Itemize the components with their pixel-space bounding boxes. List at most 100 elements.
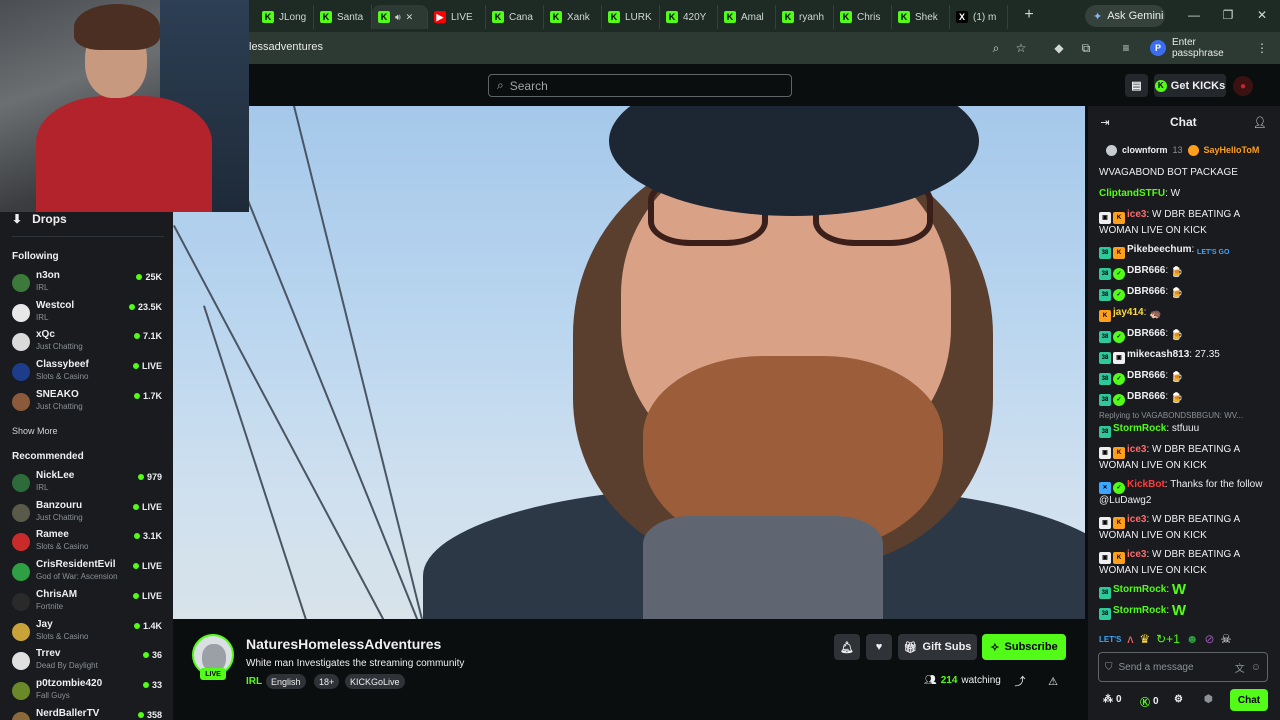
chat-input[interactable]: ⛉ Send a message 文 ☺ [1098, 652, 1268, 682]
tag-kickgolive[interactable]: KICKGoLive [345, 674, 405, 689]
extension-icon[interactable]: ◆ [1051, 40, 1067, 56]
chat-username[interactable]: ice3 [1127, 209, 1146, 220]
chat-mod-icon[interactable]: ⬢ [1204, 694, 1213, 705]
ask-gemini-button[interactable]: ✦ Ask Gemini [1085, 5, 1165, 27]
browser-tab[interactable]: K Chris [834, 5, 892, 29]
tab-close-icon[interactable]: ✕ [406, 12, 414, 23]
show-more-link[interactable]: Show More [12, 426, 58, 436]
chat-message-text: 27.35 [1194, 349, 1220, 360]
media-controls-icon[interactable]: ≡ [1118, 40, 1134, 56]
chat-username[interactable]: DBR666 [1127, 265, 1165, 276]
bookmark-star-icon[interactable]: ☆ [1013, 40, 1029, 56]
browser-tab[interactable]: K LURK [602, 5, 660, 29]
chat-username[interactable]: StormRock [1113, 584, 1166, 595]
chat-send-button[interactable]: Chat [1230, 689, 1268, 711]
chat-username[interactable]: KickBot [1127, 479, 1165, 490]
browser-tab[interactable]: K Amal [718, 5, 776, 29]
emote-purple[interactable]: ⊘ [1205, 632, 1215, 646]
sidebar-channel-xqc[interactable]: xQc Just Chatting 7.1K [12, 329, 162, 355]
share-icon[interactable]: ⤴ [1013, 674, 1027, 688]
close-window-button[interactable]: ✕ [1250, 6, 1274, 24]
tab-audio-icon[interactable]: 🔊︎ [395, 12, 401, 23]
minimize-button[interactable]: — [1182, 6, 1206, 24]
chat-username[interactable]: StormRock [1113, 423, 1166, 434]
webcam-subject-hair [74, 4, 160, 50]
sidebar-item-drops[interactable]: ⬇ Drops [12, 211, 162, 227]
browse-layout-button[interactable]: ▤ [1125, 74, 1148, 97]
chat-username[interactable]: jay414 [1113, 307, 1144, 318]
get-kicks-button[interactable]: K Get KICKs [1154, 74, 1226, 97]
chat-username[interactable]: ice3 [1127, 444, 1146, 455]
search-input[interactable]: ⌕ Search [488, 74, 792, 97]
channel-name: Ramee [36, 529, 69, 541]
restore-button[interactable]: ❐ [1216, 6, 1240, 24]
browser-tab[interactable]: K Shek [892, 5, 950, 29]
emote-plus-one[interactable]: ↻+1 [1156, 632, 1180, 646]
notifications-button[interactable]: 🔔︎ [834, 634, 860, 660]
user-avatar[interactable]: ● [1233, 76, 1253, 96]
url-field[interactable]: lessadventures [249, 41, 323, 53]
browser-tab[interactable]: K Xank [544, 5, 602, 29]
chat-points[interactable]: ⁂ 0 [1103, 694, 1122, 705]
profile-avatar: P [1150, 40, 1166, 56]
extensions-puzzle-icon[interactable]: ⧉ [1078, 40, 1094, 56]
sidebar-channel-chrisam[interactable]: ChrisAM Fortnite LIVE [12, 589, 162, 615]
sidebar-channel-nicklee[interactable]: NickLee IRL 979 [12, 470, 162, 496]
pinned-user-2[interactable]: SayHelloToM [1204, 145, 1260, 155]
chat-username[interactable]: DBR666 [1127, 370, 1165, 381]
chat-username[interactable]: Pikebeechum [1127, 244, 1191, 255]
chat-username[interactable]: StormRock [1113, 605, 1166, 616]
browser-tab[interactable]: K Cana [486, 5, 544, 29]
browser-tab[interactable]: K JLong [256, 5, 314, 29]
chat-username[interactable]: DBR666 [1127, 391, 1165, 402]
sidebar-channel-trrev[interactable]: Trrev Dead By Daylight 36 [12, 648, 162, 674]
chat-username[interactable]: ice3 [1127, 514, 1146, 525]
browser-tab[interactable]: Kryanh [776, 5, 834, 29]
report-icon[interactable]: ⚠ [1046, 674, 1060, 688]
new-tab-button[interactable]: + [1020, 6, 1038, 24]
tag-age[interactable]: 18+ [314, 674, 340, 689]
sidebar-channel-banzouru[interactable]: Banzouru Just Chatting LIVE [12, 500, 162, 526]
emote-crown[interactable]: ♛ [1139, 632, 1150, 646]
browser-tab[interactable]: K 🔊︎ ✕ [372, 5, 428, 29]
subscribe-button[interactable]: ✧ Subscribe [982, 634, 1066, 660]
browser-menu-icon[interactable]: ⋮ [1254, 40, 1270, 56]
chat-users-icon[interactable]: 👤︎ [1252, 114, 1268, 130]
gift-subs-button[interactable]: 🎁︎ Gift Subs [898, 634, 977, 660]
browser-tab[interactable]: K Santa [314, 5, 372, 29]
chat-username[interactable]: mikecash813 [1127, 349, 1189, 360]
sidebar-channel-jay[interactable]: Jay Slots & Casino 1.4K [12, 619, 162, 645]
sidebar-channel-sneako[interactable]: SNEAKO Just Chatting 1.7K [12, 389, 162, 415]
follow-button[interactable]: ♥ [866, 634, 892, 660]
chat-settings-icon[interactable]: ⚙ [1174, 694, 1183, 705]
video-player[interactable] [173, 106, 1085, 619]
sidebar-channel-classybeef[interactable]: Classybeef Slots & Casino LIVE [12, 359, 162, 385]
stream-category[interactable]: IRL [246, 676, 262, 687]
emote-hands[interactable]: ʌ [1127, 632, 1133, 646]
emoji-icon[interactable]: ☺ [1251, 662, 1261, 673]
translate-icon[interactable]: 文 [1235, 660, 1245, 675]
chat-username[interactable]: DBR666 [1127, 328, 1165, 339]
chat-username[interactable]: DBR666 [1127, 286, 1165, 297]
pinned-user-1[interactable]: clownform [1122, 145, 1168, 155]
chat-kicks[interactable]: Ⓚ 0 [1140, 694, 1159, 709]
collapse-chat-icon[interactable]: ⇥ [1097, 114, 1113, 130]
emote-face[interactable]: ☻ [1186, 632, 1199, 646]
browser-tab[interactable]: K 420Y [660, 5, 718, 29]
browser-tab[interactable]: ▶ LIVE [428, 5, 486, 29]
chat-username[interactable]: CliptandSTFU [1099, 188, 1165, 199]
sidebar-channel-westcol[interactable]: Westcol IRL 23.5K [12, 300, 162, 326]
browser-tab[interactable]: X (1) m [950, 5, 1008, 29]
sidebar-channel-p0tzombie420[interactable]: p0tzombie420 Fall Guys 33 [12, 678, 162, 704]
tag-language[interactable]: English [266, 674, 306, 689]
channel-name[interactable]: NaturesHomelessAdventures [246, 636, 441, 652]
sidebar-channel-nerdballertv[interactable]: NerdBallerTV 358 [12, 708, 162, 720]
emote-lets-go[interactable]: LET'S [1099, 635, 1121, 644]
sidebar-channel-ramee[interactable]: Ramee Slots & Casino 3.1K [12, 529, 162, 555]
sidebar-channel-crisresidentevil[interactable]: CrisResidentEvil God of War: Ascension LIV… [12, 559, 162, 585]
emote-skull[interactable]: ☠ [1221, 632, 1232, 646]
chat-username[interactable]: ice3 [1127, 549, 1146, 560]
sidebar-channel-n3on[interactable]: n3on IRL 25K [12, 270, 162, 296]
zoom-icon[interactable]: ⌕ [988, 40, 1004, 56]
passphrase-profile-button[interactable]: P Enter passphrase [1150, 37, 1250, 59]
